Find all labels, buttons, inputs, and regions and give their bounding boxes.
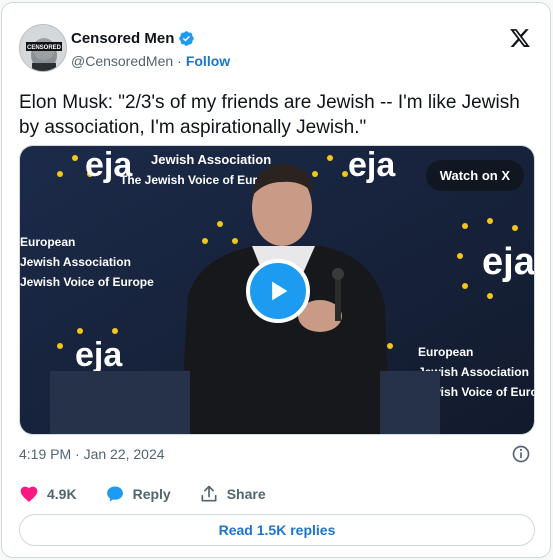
author-handle-row: @CensoredMen · Follow (71, 53, 230, 69)
info-icon[interactable] (511, 444, 531, 464)
backdrop-org-left-2: Jewish Association (20, 255, 131, 269)
backdrop-logo-right-top: eja (348, 146, 396, 184)
like-count: 4.9K (47, 486, 77, 502)
read-replies-button[interactable]: Read 1.5K replies (19, 514, 535, 546)
tweet-text: Elon Musk: "2/3's of my friends are Jewi… (19, 92, 520, 138)
author-name-row: Censored Men (71, 30, 195, 47)
share-icon (201, 485, 217, 502)
tweet-card: CENSORED Censored Men @CensoredMen · Fol… (1, 2, 551, 558)
separator-dot: · (177, 53, 182, 69)
video-player[interactable]: eja Jewish Association The Jewish Voice … (19, 145, 535, 435)
verified-badge-icon (179, 31, 195, 46)
backdrop-org-top: Jewish Association (151, 152, 271, 167)
play-icon (272, 281, 288, 301)
reply-label: Reply (132, 486, 171, 502)
share-label: Share (226, 486, 266, 502)
backdrop-org-left-3: Jewish Voice of Europe (20, 275, 154, 289)
follow-button[interactable]: Follow (186, 53, 230, 69)
author-handle[interactable]: @CensoredMen (71, 53, 173, 69)
backdrop-logo-right: eja (482, 241, 535, 283)
author-name[interactable]: Censored Men (71, 30, 174, 47)
tweet-timestamp[interactable]: 4:19 PM · Jan 22, 2024 (19, 446, 165, 462)
avatar-label: CENSORED (27, 45, 62, 51)
avatar[interactable]: CENSORED (19, 24, 67, 72)
reply-bubble-icon (106, 486, 123, 502)
like-button[interactable]: 4.9K (19, 484, 77, 504)
action-bar: 4.9K Reply Share (19, 484, 294, 504)
x-logo-icon[interactable] (509, 27, 531, 49)
reply-button[interactable]: Reply (105, 484, 171, 504)
play-button[interactable] (246, 259, 310, 323)
watch-on-x-button[interactable]: Watch on X (425, 160, 524, 191)
share-button[interactable]: Share (199, 484, 266, 504)
backdrop-org-right-1: European (418, 345, 473, 359)
backdrop-logo-bottom: eja (75, 336, 123, 374)
heart-icon (20, 486, 38, 502)
backdrop-org-left-1: European (20, 235, 75, 249)
